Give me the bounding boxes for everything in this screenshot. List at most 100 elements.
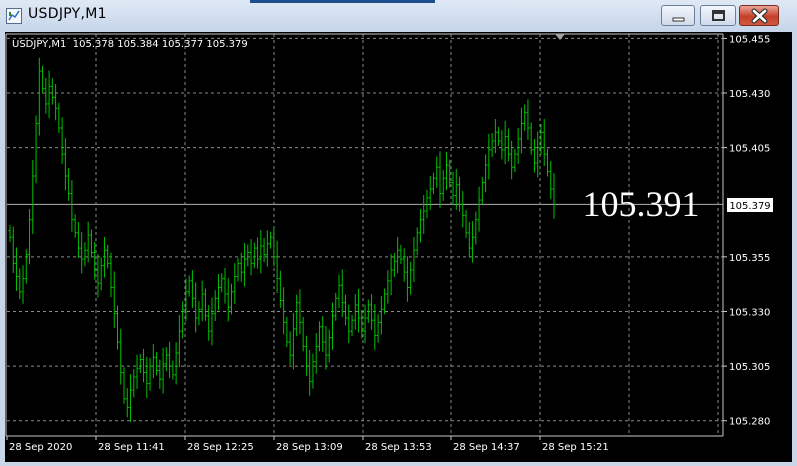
price-bar: [412, 236, 416, 282]
price-bar: [11, 226, 15, 274]
price-bar: [8, 225, 12, 243]
price-bar: [523, 104, 527, 131]
close-button[interactable]: [739, 5, 779, 26]
price-bar: [28, 209, 32, 265]
price-bar: [230, 283, 234, 315]
price-bar: [461, 191, 465, 228]
price-bar: [415, 227, 419, 256]
price-bar: [44, 77, 48, 114]
price-bar: [402, 248, 406, 282]
price-bar: [490, 132, 494, 158]
price-bar: [112, 271, 116, 329]
price-bar: [21, 265, 25, 304]
price-axis-label: 105.430: [729, 89, 770, 100]
price-bar: [168, 341, 172, 379]
price-bar: [233, 263, 237, 304]
price-bar: [119, 328, 123, 385]
minimize-button[interactable]: [661, 5, 695, 26]
time-axis-label: 28 Sep 13:09: [276, 442, 343, 453]
price-bar: [441, 170, 445, 201]
price-bar: [484, 154, 488, 193]
minimize-icon: [672, 17, 685, 22]
price-bar: [129, 374, 133, 422]
price-bar: [155, 351, 159, 376]
price-bar: [399, 244, 403, 264]
price-bar: [67, 167, 71, 201]
time-axis-label: 28 Sep 15:21: [542, 442, 609, 453]
price-bar: [516, 128, 520, 164]
price-bar: [389, 254, 393, 296]
price-bar: [278, 270, 282, 308]
price-bar: [327, 329, 331, 363]
price-bar: [314, 333, 318, 374]
current-price-text: 105.379: [729, 201, 770, 212]
price-bar: [125, 388, 129, 418]
price-bar: [73, 214, 77, 238]
price-axis-label: 105.330: [729, 307, 770, 318]
price-bar: [213, 290, 217, 321]
price-bar: [207, 305, 211, 341]
price-bar: [519, 107, 523, 154]
price-bar: [438, 151, 442, 208]
price-bar: [370, 294, 374, 330]
price-bar: [57, 102, 61, 133]
price-bar: [194, 282, 198, 333]
price-bar: [321, 316, 325, 352]
price-bar: [275, 240, 279, 294]
price-bar: [259, 229, 263, 274]
price-bar: [203, 288, 207, 321]
price-bar: [145, 356, 149, 398]
price-bar: [86, 221, 90, 263]
current-price-label: 105.379: [727, 198, 773, 212]
chart-window-icon: [6, 8, 22, 24]
price-bar: [431, 172, 435, 195]
price-axis-label: 105.280: [729, 417, 770, 428]
price-bar: [80, 232, 84, 274]
price-bar: [243, 243, 247, 287]
price-bar: [50, 78, 54, 105]
price-bar: [54, 84, 58, 121]
price-bar: [223, 267, 227, 304]
price-bar: [291, 312, 295, 370]
price-bar: [304, 335, 308, 376]
price-bar: [99, 257, 103, 291]
price-chart[interactable]: 105.455 105.430 105.405 105.355 105.330 105.3…: [5, 32, 792, 462]
price-bar: [357, 288, 361, 333]
price-bar: [506, 128, 510, 162]
price-bar: [282, 287, 286, 335]
price-bar: [161, 347, 165, 394]
price-bar: [405, 256, 409, 302]
chart-area[interactable]: 105.455 105.430 105.405 105.355 105.330 105.3…: [5, 32, 792, 462]
title-bar[interactable]: USDJPY,M1: [0, 0, 797, 32]
chart-shift-marker-icon[interactable]: [555, 34, 565, 40]
time-axis-label: 28 Sep 13:53: [365, 442, 432, 453]
price-bar: [532, 139, 536, 173]
price-bar: [269, 231, 273, 249]
maximize-button[interactable]: [700, 5, 736, 26]
price-bar: [285, 316, 289, 347]
price-bar: [272, 226, 276, 267]
price-bar: [18, 268, 22, 300]
price-bar: [164, 347, 168, 372]
price-bar: [31, 160, 35, 235]
price-bar: [210, 297, 214, 346]
price-bar: [340, 269, 344, 318]
price-bar: [454, 168, 458, 211]
price-bar: [526, 99, 530, 140]
price-bar: [376, 314, 380, 343]
price-bar: [181, 301, 185, 339]
price-bar: [474, 211, 478, 245]
price-bar: [471, 221, 475, 263]
title-bar-accent: [250, 0, 435, 3]
price-bar: [138, 354, 142, 374]
price-bar: [83, 242, 87, 267]
price-bar: [353, 294, 357, 330]
time-axis-label: 28 Sep 12:25: [187, 442, 254, 453]
price-bar: [197, 301, 201, 326]
price-bar: [109, 252, 113, 298]
price-bar: [324, 326, 328, 370]
price-bar: [467, 222, 471, 258]
price-bar: [451, 171, 455, 206]
price-bar: [106, 244, 110, 269]
price-bar: [174, 342, 178, 385]
